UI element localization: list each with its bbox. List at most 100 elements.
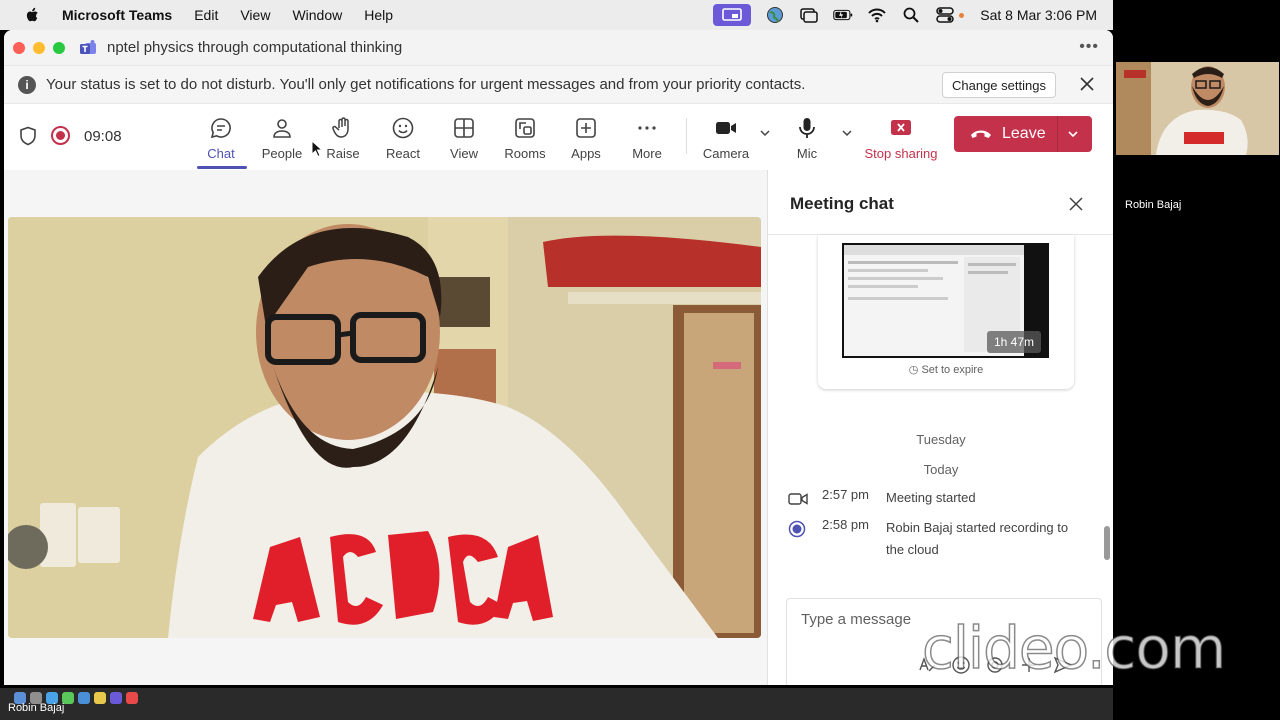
maximize-window-button[interactable]	[53, 41, 65, 54]
dnd-banner-text: Your status is set to do not disturb. Yo…	[46, 76, 806, 93]
menu-help[interactable]: Help	[364, 7, 393, 23]
info-icon: i	[18, 75, 36, 94]
chat-active-indicator	[197, 166, 247, 169]
set-to-expire-text: Set to expire	[921, 364, 984, 376]
change-settings-button[interactable]: Change settings	[942, 72, 1056, 98]
battery-icon[interactable]	[833, 7, 853, 23]
dock-participant-name: Robin Bajaj	[8, 702, 65, 714]
leave-split-divider	[1057, 116, 1058, 152]
macos-dock: Robin Bajaj	[0, 688, 1113, 720]
stop-sharing-button[interactable]: Stop sharing	[860, 112, 942, 164]
side-participant-name: Robin Bajaj	[1125, 199, 1182, 211]
window-titlebar: nptel physics through computational thin…	[4, 30, 1113, 66]
video-frame-image	[8, 217, 761, 638]
globe-icon[interactable]	[765, 7, 785, 23]
more-button[interactable]: More	[617, 112, 677, 164]
rooms-label: Rooms	[504, 146, 546, 161]
raise-label: Raise	[326, 146, 360, 161]
participant-side-strip: Robin Bajaj	[1113, 0, 1280, 720]
close-chat-icon[interactable]	[1068, 196, 1084, 212]
grid-view-icon	[454, 118, 474, 138]
camera-options-chevron-down-icon[interactable]	[758, 126, 772, 140]
event-text: Meeting started	[886, 490, 976, 505]
rooms-button[interactable]: Rooms	[495, 112, 555, 164]
leave-button[interactable]: Leave	[954, 116, 1092, 152]
more-options-icon	[638, 126, 656, 130]
hang-up-phone-icon	[971, 130, 991, 138]
view-button[interactable]: View	[434, 112, 494, 164]
chat-scrollbar[interactable]	[1104, 526, 1110, 560]
dock-notes-icon[interactable]	[94, 692, 106, 704]
chat-event-recording-started: 2:58 pm Robin Bajaj started recording to…	[788, 517, 1086, 561]
dock-calendar-icon[interactable]	[126, 692, 138, 704]
chat-event-meeting-started: 2:57 pm Meeting started	[788, 487, 1086, 509]
shield-icon[interactable]	[19, 126, 37, 146]
people-label: People	[261, 146, 303, 161]
leave-label: Leave	[1002, 125, 1046, 142]
meeting-toolbar: 09:08 Chat People Raise React View Rooms…	[4, 104, 1113, 170]
mic-button[interactable]: Mic	[777, 112, 837, 164]
macos-menubar: Microsoft Teams Edit View Window Help Sa…	[0, 0, 1113, 30]
day-separator-today: Today	[923, 462, 959, 477]
spotlight-search-icon[interactable]	[901, 7, 921, 23]
react-label: React	[386, 146, 420, 161]
leave-options-chevron-down-icon[interactable]	[1066, 127, 1080, 141]
mic-options-chevron-down-icon[interactable]	[840, 126, 854, 140]
mic-label: Mic	[796, 146, 818, 161]
mouse-cursor-icon	[311, 140, 323, 158]
close-window-button[interactable]	[13, 41, 25, 54]
menubar-app-name[interactable]: Microsoft Teams	[62, 7, 172, 23]
minimize-window-button[interactable]	[33, 41, 45, 54]
menubar-clock[interactable]: Sat 8 Mar 3:06 PM	[980, 7, 1097, 23]
side-participant-video[interactable]	[1116, 62, 1279, 155]
window-more-options[interactable]: •••	[1079, 38, 1099, 56]
camera-label: Camera	[702, 146, 750, 161]
chat-label: Chat	[207, 146, 235, 161]
emoji-icon	[392, 117, 414, 139]
chat-button[interactable]: Chat	[191, 112, 251, 164]
more-label: More	[632, 146, 662, 161]
people-button[interactable]: People	[252, 112, 312, 164]
control-center-icon[interactable]	[935, 7, 955, 23]
stop-sharing-label: Stop sharing	[864, 146, 938, 161]
meeting-timer: 09:08	[84, 128, 122, 145]
microphone-icon	[799, 118, 815, 138]
menu-window[interactable]: Window	[292, 7, 342, 23]
apple-menu-icon[interactable]	[24, 6, 42, 24]
teams-window: nptel physics through computational thin…	[4, 30, 1113, 685]
people-icon	[273, 119, 291, 138]
toolbar-separator	[686, 118, 687, 154]
chat-icon	[210, 118, 231, 139]
dnd-banner: i Your status is set to do not disturb. …	[4, 66, 1113, 104]
dock-teams-icon[interactable]	[110, 692, 122, 704]
event-text: Robin Bajaj started recording to the clo…	[886, 520, 1069, 557]
recording-indicator-icon	[51, 126, 70, 145]
menu-edit[interactable]: Edit	[194, 7, 218, 23]
screen-sharing-status-icon[interactable]	[713, 4, 752, 26]
breakout-rooms-icon	[515, 118, 535, 138]
chat-header: Meeting chat	[768, 170, 1113, 235]
apps-label: Apps	[571, 146, 601, 161]
set-to-expire-label[interactable]: ◷ Set to expire	[818, 363, 1074, 376]
event-time: 2:58 pm	[822, 517, 869, 532]
recording-thumbnail[interactable]: 1h 47m	[842, 243, 1049, 358]
recording-card[interactable]: 1h 47m ◷ Set to expire	[818, 235, 1074, 389]
side-video-image	[1116, 62, 1279, 155]
windows-overview-icon[interactable]	[799, 7, 819, 23]
dock-mail-icon[interactable]	[78, 692, 90, 704]
day-separator-tuesday: Tuesday	[916, 432, 966, 447]
privacy-indicator-dot	[959, 12, 965, 18]
meeting-stage	[4, 170, 767, 685]
event-time: 2:57 pm	[822, 487, 869, 502]
close-banner-icon[interactable]	[1078, 75, 1096, 93]
camera-button[interactable]: Camera	[696, 112, 756, 164]
participant-video-robin-bajaj[interactable]	[8, 217, 761, 638]
react-button[interactable]: React	[373, 112, 433, 164]
wifi-icon[interactable]	[867, 7, 887, 23]
meeting-chat-panel: Meeting chat 1h 47m ◷ Set to expire Tues…	[767, 170, 1113, 685]
menu-view[interactable]: View	[240, 7, 270, 23]
chat-panel-title: Meeting chat	[790, 194, 894, 213]
meeting-title: nptel physics through computational thin…	[107, 39, 403, 56]
raise-hand-icon	[332, 117, 349, 138]
apps-button[interactable]: Apps	[556, 112, 616, 164]
